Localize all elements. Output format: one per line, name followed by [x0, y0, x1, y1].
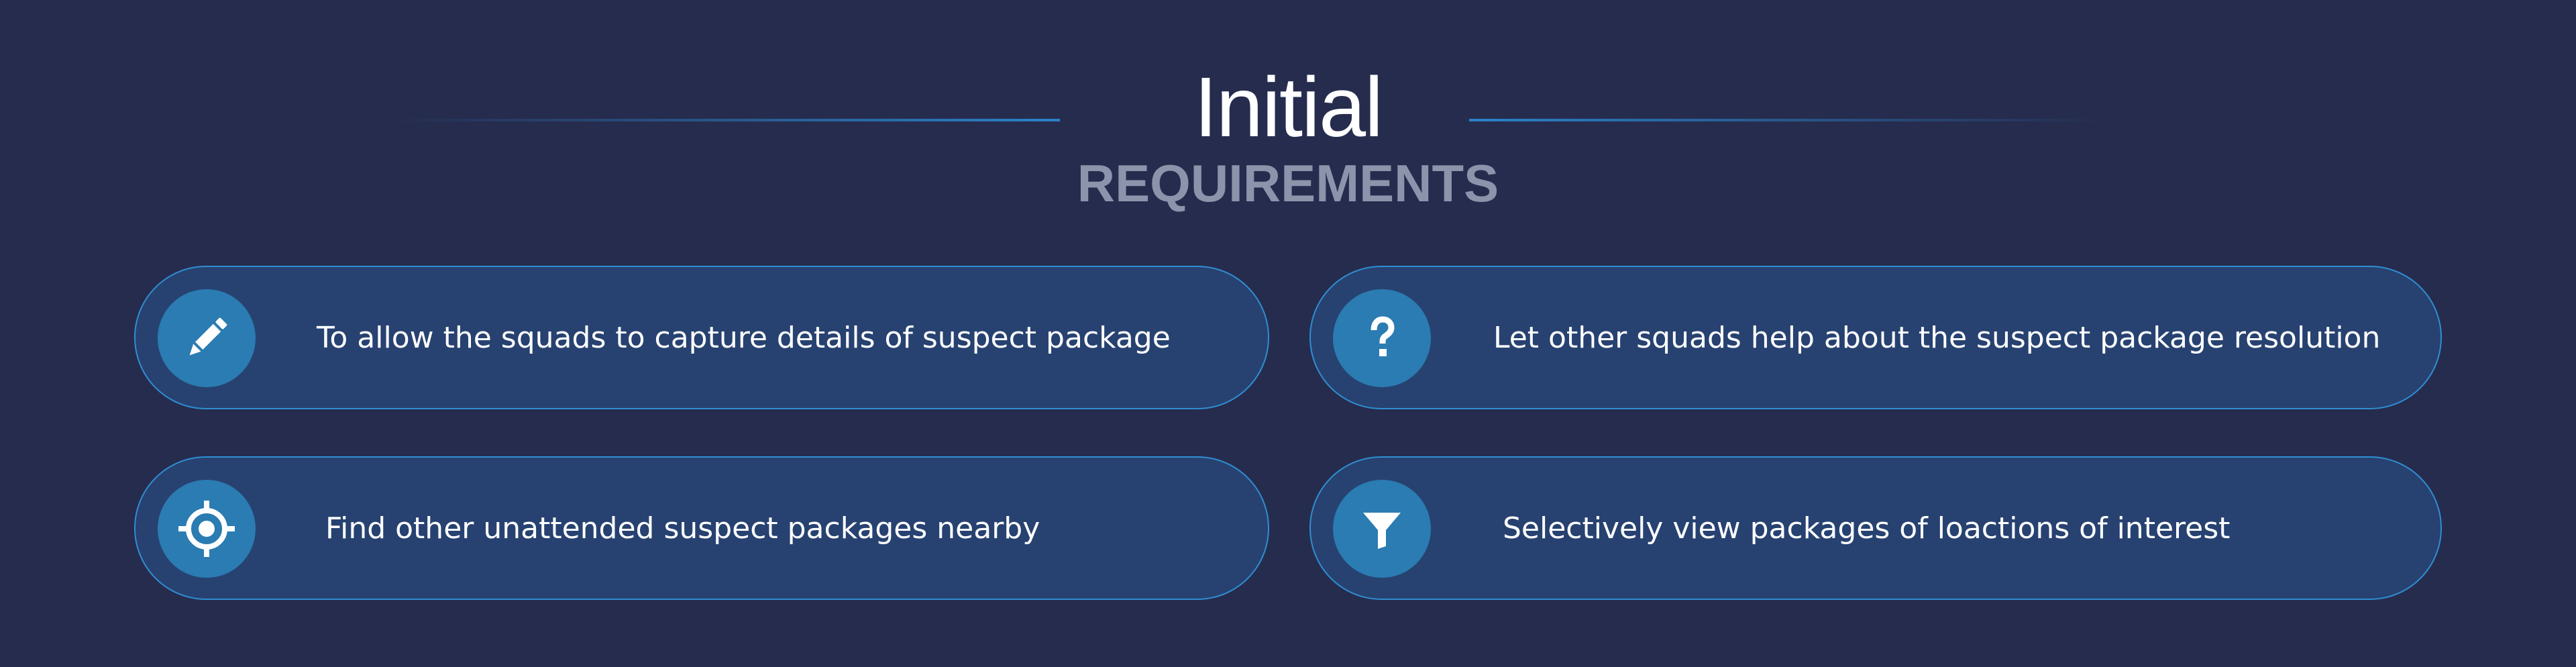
page-subtitle: REQUIREMENTS [1077, 154, 1499, 213]
requirement-card-capture-details: To allow the squads to capture details o… [134, 266, 1269, 409]
requirement-text: Selectively view packages of loactions o… [1503, 511, 2231, 546]
page-title: Initial [1193, 60, 1383, 154]
requirement-card-filter-locations: Selectively view packages of loactions o… [1309, 456, 2442, 600]
pencil-icon [158, 289, 256, 387]
filter-icon [1333, 480, 1431, 578]
requirement-text: Find other unattended suspect packages n… [325, 511, 1040, 546]
requirement-text: Let other squads help about the suspect … [1493, 320, 2381, 355]
slide: Initial REQUIREMENTS To allow the squads… [0, 0, 2576, 667]
crosshair-icon [158, 480, 256, 578]
requirement-text: To allow the squads to capture details o… [317, 320, 1171, 355]
requirement-card-find-nearby: Find other unattended suspect packages n… [134, 456, 1269, 600]
requirement-card-squad-help: Let other squads help about the suspect … [1309, 266, 2442, 409]
question-icon [1333, 289, 1431, 387]
